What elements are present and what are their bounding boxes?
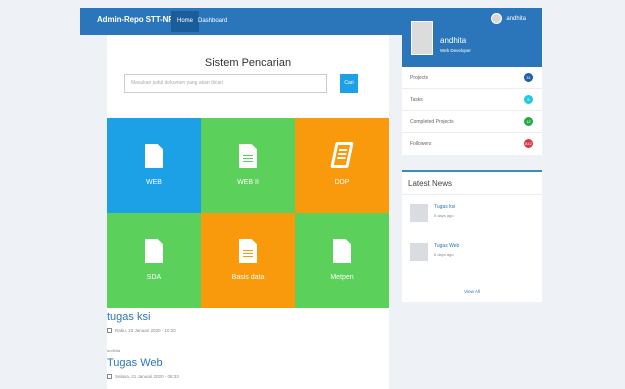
- top-navbar: Admin-Repo STT-NF Home Dashboard andhita: [80, 8, 542, 35]
- category-tile-ddp[interactable]: DDP: [295, 118, 389, 213]
- latest-news-widget: Latest News Tugas ksi 5 days ago Tugas W…: [402, 170, 542, 302]
- news-item-time: 5 days ago: [434, 213, 454, 218]
- stat-projects[interactable]: Projects 31: [402, 67, 542, 89]
- search-input[interactable]: Masukan judul dokumen yang akan dicari: [124, 74, 327, 93]
- post-date-text: Selasa, 21 Januari 2020 - 08:33: [115, 374, 179, 379]
- category-label: SDA: [146, 274, 162, 281]
- brand-logo[interactable]: Admin-Repo STT-NF: [97, 15, 173, 24]
- news-item-title[interactable]: Tugas Web: [434, 243, 459, 249]
- post-date: Selasa, 21 Januari 2020 - 08:33: [107, 374, 389, 379]
- user-menu[interactable]: andhita: [491, 13, 526, 24]
- calendar-icon: [107, 374, 112, 379]
- post-date: Rabu, 22 Januari 2020 - 10:20: [107, 328, 389, 333]
- divider: [402, 194, 542, 195]
- news-item[interactable]: Tugas Web 6 days ago: [408, 241, 536, 265]
- view-all-link[interactable]: View All: [402, 289, 542, 294]
- news-item[interactable]: Tugas ksi 5 days ago: [408, 202, 536, 226]
- document-text-icon: [239, 144, 257, 168]
- stat-completed-projects[interactable]: Completed Projects 12: [402, 111, 542, 133]
- user-name: andhita: [506, 15, 526, 22]
- document-text-icon: [239, 239, 257, 263]
- news-item-time: 6 days ago: [434, 252, 454, 257]
- stat-label: Tasks: [410, 97, 423, 103]
- post-item: tugas ksi Rabu, 22 Januari 2020 - 10:20: [107, 311, 389, 333]
- category-tile-sda[interactable]: SDA: [107, 213, 201, 308]
- news-thumbnail: [410, 243, 428, 261]
- stat-badge: 12: [524, 117, 533, 126]
- stat-label: Projects: [410, 75, 429, 81]
- nav-dashboard-link[interactable]: Dashboard: [198, 11, 227, 32]
- calendar-icon: [107, 328, 112, 333]
- news-thumbnail: [410, 204, 428, 222]
- category-label: DDP: [334, 179, 350, 186]
- profile-header: andhita Web Developer: [402, 21, 542, 67]
- nav-home-link[interactable]: Home: [171, 11, 200, 32]
- search-title: Sistem Pencarian: [204, 57, 292, 69]
- category-label: Basis data: [231, 274, 265, 281]
- user-avatar-icon: [491, 13, 503, 24]
- profile-name: andhita: [440, 36, 467, 45]
- search-button[interactable]: Cari: [340, 74, 358, 93]
- stat-badge: 842: [524, 139, 533, 148]
- category-tile-basis-data[interactable]: Basis data: [201, 213, 295, 308]
- latest-news-title: Latest News: [408, 179, 453, 188]
- stat-badge: 31: [524, 73, 533, 82]
- category-tile-web-ii[interactable]: WEB II: [201, 118, 295, 213]
- post-title-link[interactable]: tugas ksi: [107, 311, 389, 323]
- category-tile-web[interactable]: WEB: [107, 118, 201, 213]
- stat-tasks[interactable]: Tasks 5: [402, 89, 542, 111]
- category-label: WEB II: [237, 179, 259, 186]
- profile-avatar: [411, 21, 433, 55]
- document-icon: [333, 239, 351, 263]
- category-tile-metpen[interactable]: Metpen: [295, 213, 389, 308]
- profile-role: Web Developer: [440, 48, 471, 53]
- stat-label: Followers: [410, 141, 432, 147]
- book-icon: [330, 142, 354, 168]
- category-label: Metpen: [330, 274, 354, 281]
- main-panel: Sistem Pencarian Masukan judul dokumen y…: [107, 35, 389, 389]
- post-date-text: Rabu, 22 Januari 2020 - 10:20: [115, 328, 176, 333]
- stat-label: Completed Projects: [410, 119, 454, 125]
- category-grid: WEB WEB II DDP SDA Basis data Metpen: [107, 118, 389, 308]
- document-icon: [145, 239, 163, 263]
- document-icon: [145, 144, 163, 168]
- profile-widget: andhita Web Developer Projects 31 Tasks …: [402, 21, 542, 155]
- post-title-link[interactable]: Tugas Web: [107, 357, 389, 369]
- post-item: Tugas Web Selasa, 21 Januari 2020 - 08:3…: [107, 357, 389, 379]
- post-author-label: andhita: [107, 348, 121, 353]
- category-label: WEB: [146, 179, 162, 186]
- profile-stats: Projects 31 Tasks 5 Completed Projects 1…: [402, 67, 542, 155]
- stat-followers[interactable]: Followers 842: [402, 133, 542, 155]
- stat-badge: 5: [524, 95, 533, 104]
- news-item-title[interactable]: Tugas ksi: [434, 204, 455, 210]
